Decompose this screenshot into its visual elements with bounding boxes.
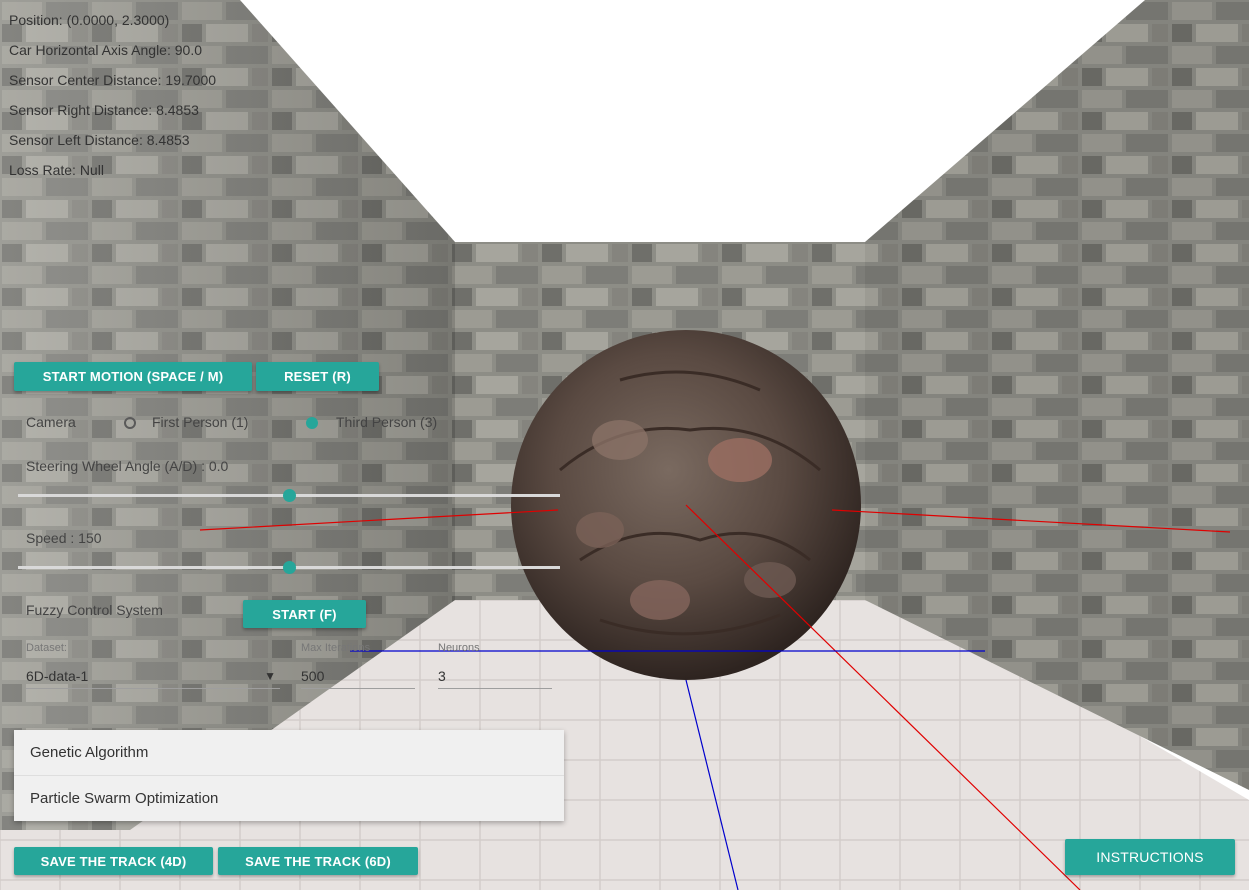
algorithm-dropdown-list: Genetic Algorithm Particle Swarm Optimiz… (14, 730, 564, 821)
sensor-left-readout: Sensor Left Distance: 8.4853 (9, 132, 190, 148)
steering-angle-label: Steering Wheel Angle (A/D) : 0.0 (26, 458, 229, 474)
dataset-value: 6D-data-1 (26, 668, 89, 684)
dataset-label: Dataset: (26, 642, 67, 654)
camera-first-person-radio[interactable] (124, 417, 136, 429)
speed-label: Speed : 150 (26, 530, 102, 546)
max-iterations-label: Max Iterations (301, 642, 371, 654)
camera-third-person-radio[interactable] (306, 417, 318, 429)
save-track-4d-button[interactable]: SAVE THE TRACK (4D) (14, 847, 213, 875)
caret-down-icon: ▼ (264, 669, 276, 683)
camera-first-person-label[interactable]: First Person (1) (152, 414, 248, 430)
instructions-button[interactable]: INSTRUCTIONS (1065, 839, 1235, 875)
max-iterations-input[interactable] (301, 664, 415, 689)
speed-slider-thumb[interactable] (282, 561, 296, 574)
algorithm-option-genetic[interactable]: Genetic Algorithm (14, 730, 564, 776)
algorithm-option-pso[interactable]: Particle Swarm Optimization (14, 776, 564, 821)
camera-label: Camera (26, 414, 76, 430)
sensor-right-readout: Sensor Right Distance: 8.4853 (9, 102, 199, 118)
sensor-center-readout: Sensor Center Distance: 19.7000 (9, 72, 217, 88)
dataset-select[interactable]: 6D-data-1 ▼ (26, 664, 280, 689)
fuzzy-start-button[interactable]: START (F) (243, 600, 366, 628)
car-angle-readout: Car Horizontal Axis Angle: 90.0 (9, 42, 202, 58)
neurons-input[interactable] (438, 664, 552, 689)
reset-button[interactable]: RESET (R) (256, 362, 379, 391)
fuzzy-control-label: Fuzzy Control System (26, 602, 163, 618)
save-track-6d-button[interactable]: SAVE THE TRACK (6D) (218, 847, 418, 875)
camera-third-person-label[interactable]: Third Person (3) (336, 414, 437, 430)
position-readout: Position: (0.0000, 2.3000) (9, 12, 170, 28)
neurons-label: Neurons (438, 642, 480, 654)
steering-slider-thumb[interactable] (282, 489, 296, 502)
loss-rate-readout: Loss Rate: Null (9, 162, 104, 178)
start-motion-button[interactable]: START MOTION (SPACE / M) (14, 362, 252, 391)
